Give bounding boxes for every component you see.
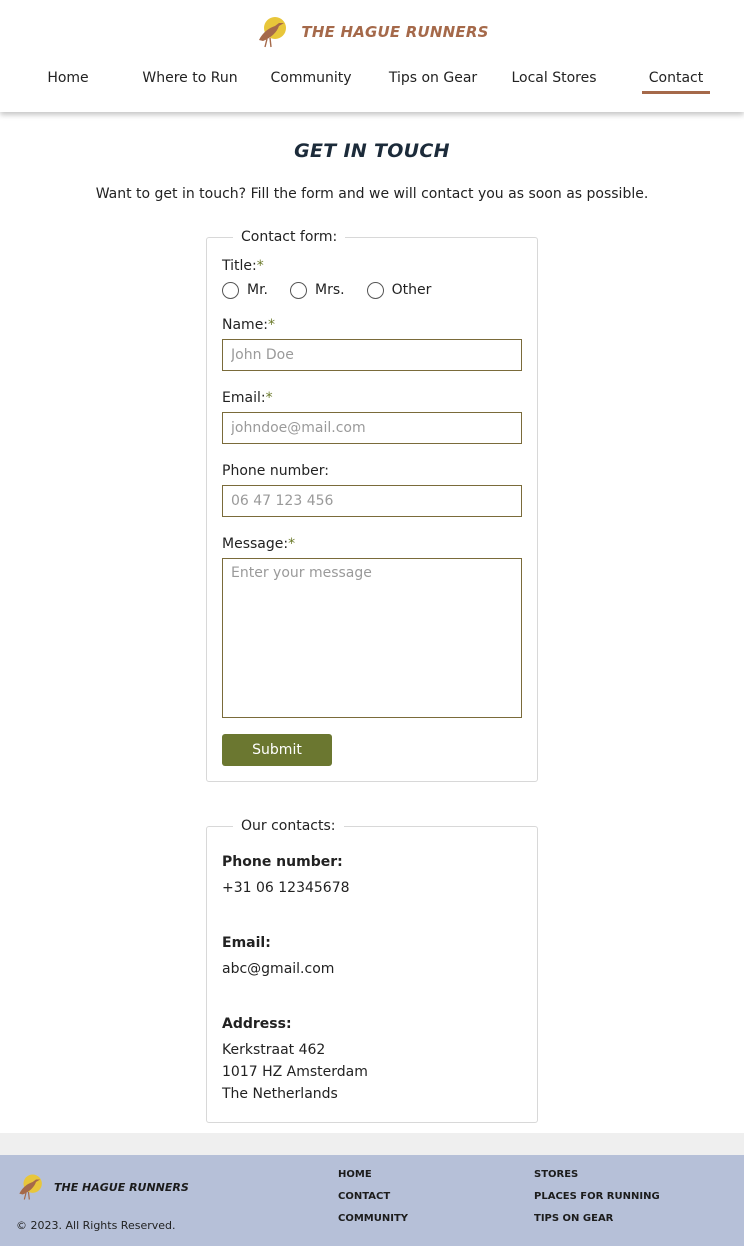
nav-item-local-stores[interactable]: Local Stores	[508, 70, 600, 94]
site-header: THE HAGUE RUNNERS Home Where to Run Comm…	[0, 0, 744, 112]
footer-brand[interactable]: THE HAGUE RUNNERS	[16, 1171, 189, 1203]
radio-mr[interactable]: Mr.	[222, 281, 268, 299]
footer-link-home[interactable]: HOME	[338, 1169, 372, 1180]
brand-name: THE HAGUE RUNNERS	[301, 23, 489, 41]
title-radio-group: Mr. Mrs. Other	[222, 280, 453, 300]
brand[interactable]: THE HAGUE RUNNERS	[0, 14, 744, 50]
site-footer: THE HAGUE RUNNERS © 2023. All Rights Res…	[0, 1155, 744, 1246]
contact-email-value: abc@gmail.com	[222, 961, 335, 977]
email-input[interactable]	[222, 412, 522, 444]
name-label-text: Name:	[222, 317, 269, 333]
address-line: Kerkstraat 462	[222, 1042, 326, 1058]
contact-form-legend: Contact form:	[241, 229, 338, 245]
contact-address-label: Address:	[222, 1016, 292, 1032]
radio-mr-label: Mr.	[247, 282, 268, 298]
required-mark: *	[268, 317, 276, 333]
footer-brand-name: THE HAGUE RUNNERS	[54, 1180, 189, 1194]
footer-link-contact[interactable]: CONTACT	[338, 1191, 390, 1202]
footer-link-stores[interactable]: STORES	[534, 1169, 578, 1180]
title-label-text: Title:	[222, 258, 257, 274]
nav-item-tips-on-gear[interactable]: Tips on Gear	[386, 70, 480, 94]
required-mark: *	[288, 536, 296, 552]
contact-phone-label: Phone number:	[222, 854, 343, 870]
name-label: Name:*	[222, 317, 275, 333]
heron-sun-logo-icon	[19, 1174, 42, 1200]
page-title: GET IN TOUCH	[294, 140, 450, 162]
radio-mrs[interactable]: Mrs.	[290, 281, 345, 299]
contacts-legend: Our contacts:	[241, 818, 336, 834]
radio-button[interactable]	[222, 281, 239, 299]
message-textarea[interactable]	[222, 558, 522, 718]
submit-button[interactable]: Submit	[222, 734, 332, 766]
required-mark: *	[256, 258, 264, 274]
footer-link-tips-on-gear[interactable]: TIPS ON GEAR	[534, 1213, 613, 1224]
address-line: The Netherlands	[222, 1086, 338, 1102]
footer-link-places-for-running[interactable]: PLACES FOR RUNNING	[534, 1191, 660, 1202]
heron-sun-logo-icon	[259, 17, 287, 48]
contact-email-label: Email:	[222, 935, 271, 951]
required-mark: *	[265, 390, 273, 406]
footer-divider	[0, 1133, 744, 1155]
radio-button[interactable]	[366, 281, 384, 299]
email-label: Email:*	[222, 390, 273, 406]
nav-item-community[interactable]: Community	[268, 70, 354, 94]
title-label: Title:*	[222, 258, 264, 274]
nav-item-where-to-run[interactable]: Where to Run	[140, 70, 240, 94]
main-nav: Home Where to Run Community Tips on Gear…	[0, 70, 744, 96]
message-label-text: Message:	[222, 536, 289, 552]
phone-label: Phone number:	[222, 463, 329, 479]
message-label: Message:*	[222, 536, 295, 552]
name-input[interactable]	[222, 339, 522, 371]
radio-other[interactable]: Other	[366, 281, 432, 299]
footer-link-community[interactable]: COMMUNITY	[338, 1213, 408, 1224]
radio-mrs-label: Mrs.	[315, 282, 345, 298]
address-line: 1017 HZ Amsterdam	[222, 1064, 368, 1080]
nav-item-home[interactable]: Home	[38, 70, 98, 94]
radio-button[interactable]	[290, 281, 307, 299]
nav-item-contact[interactable]: Contact	[642, 70, 710, 94]
copyright: © 2023. All Rights Reserved.	[16, 1219, 176, 1232]
phone-input[interactable]	[222, 485, 522, 517]
contact-phone-value: +31 06 12345678	[222, 880, 350, 896]
intro-text: Want to get in touch? Fill the form and …	[95, 186, 649, 202]
radio-other-label: Other	[391, 282, 432, 298]
email-label-text: Email:	[222, 390, 266, 406]
